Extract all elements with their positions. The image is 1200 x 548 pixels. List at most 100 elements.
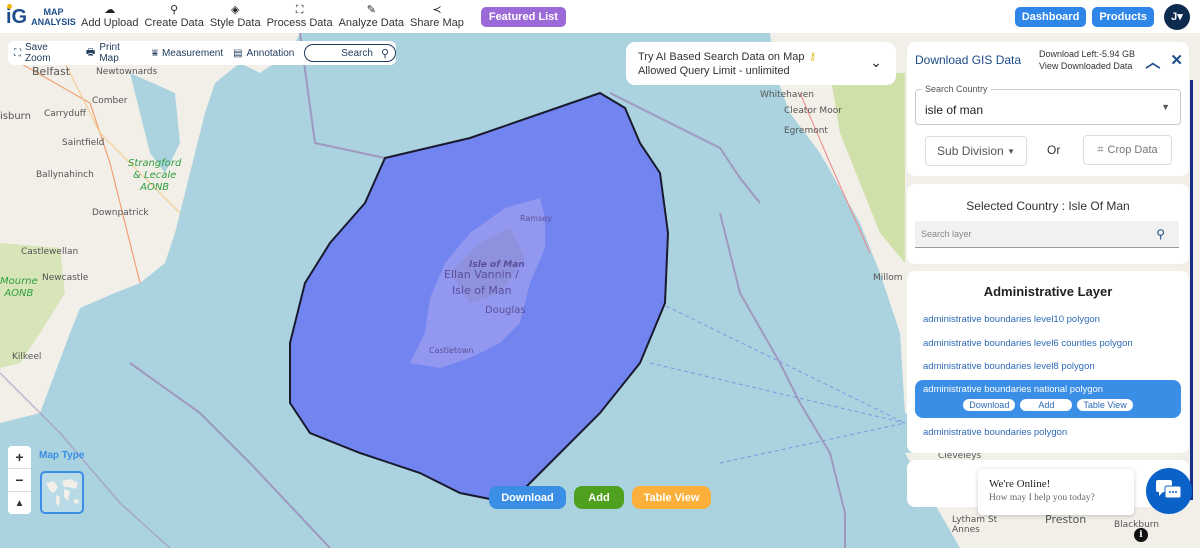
chat-button[interactable] <box>1146 468 1192 514</box>
or-label: Or <box>1047 143 1061 157</box>
chat-help-text: How may I help you today? <box>989 493 1095 503</box>
save-zoom-button[interactable]: ⛶ Save Zoom <box>14 42 76 64</box>
nav-style-data[interactable]: ◈ Style Data <box>210 4 261 29</box>
map-type-label: Map Type <box>39 450 85 461</box>
nav-analyze-data[interactable]: ✎ Analyze Data <box>339 4 404 29</box>
map-label: Newcastle <box>42 273 89 283</box>
zoom-control: + − ▲ <box>8 446 31 514</box>
map-type-thumbnail[interactable] <box>40 471 84 514</box>
measurement-button[interactable]: ⩸ Measurement <box>152 48 223 59</box>
download-button[interactable]: Download <box>489 486 566 509</box>
selected-country-title: Selected Country : Isle Of Man <box>966 199 1130 213</box>
map-label: Comber <box>92 96 128 106</box>
map-label: Cleator Moor <box>784 106 842 116</box>
layer-add-button[interactable]: Add <box>1020 399 1073 411</box>
panel-scrollbar[interactable] <box>1190 80 1193 500</box>
query-limit-text: Allowed Query Limit - unlimited <box>638 65 790 77</box>
panel-title: Download GIS Data <box>915 53 1022 67</box>
top-navigation-bar: iG MAP ANALYSIS ☁ Add Upload ⚲ Create Data … <box>0 0 1200 33</box>
table-view-button[interactable]: Table View <box>632 486 711 509</box>
map-pin-icon: ⚲ <box>170 4 179 16</box>
zoom-in-button[interactable]: + <box>8 446 31 469</box>
search-country-label: Search Country <box>922 84 991 94</box>
printer-icon: 🖶 <box>85 46 96 58</box>
world-map-icon <box>46 479 79 507</box>
app-logo[interactable]: iG MAP ANALYSIS <box>6 3 78 28</box>
nav-create-data[interactable]: ⚲ Create Data <box>145 4 204 29</box>
featured-list-button[interactable]: Featured List <box>480 6 566 27</box>
chevron-down-icon[interactable]: ⌄ <box>870 55 882 69</box>
map-label: Isle of Man <box>452 284 512 297</box>
map-search-button[interactable]: Search ⚲ <box>304 44 396 62</box>
download-left-text: Download Left:-5.94 GB <box>1039 49 1136 59</box>
map-label: Downpatrick <box>92 208 149 218</box>
add-button[interactable]: Add <box>574 486 624 509</box>
process-nodes-icon: ⛶ <box>295 4 304 16</box>
map-label: Kilkeel <box>12 352 42 362</box>
dropdown-arrow-icon: ▼ <box>1161 102 1170 112</box>
annotation-button[interactable]: ▤ Annotation <box>233 48 294 59</box>
map-label: Belfast <box>32 65 71 78</box>
map-label: isburn <box>0 111 31 122</box>
analyze-icon: ✎ <box>366 4 376 16</box>
map-label: Ramsey <box>520 214 552 223</box>
focus-icon: ⛶ <box>14 47 21 59</box>
nav-add-upload[interactable]: ☁ Add Upload <box>81 4 139 29</box>
crop-icon: ⌗ <box>1097 143 1104 156</box>
map-label: Saintfield <box>62 138 105 148</box>
ai-search-title: Try AI Based Search Data on Map <box>638 51 805 63</box>
search-layer-input[interactable]: Search layer ⚲ <box>915 221 1179 248</box>
map-label: Newtownards <box>96 67 158 77</box>
map-label: Strangford & Lecale AONB <box>128 158 182 193</box>
administrative-layer-card: Administrative Layer administrative boun… <box>907 271 1189 453</box>
layer-item[interactable]: administrative boundaries level10 polygo… <box>923 314 1100 325</box>
info-icon[interactable]: i <box>1134 528 1148 542</box>
layer-item[interactable]: administrative boundaries polygon <box>923 427 1067 438</box>
key-icon: ⚷ <box>808 51 817 63</box>
reset-north-button[interactable]: ▲ <box>8 492 31 514</box>
cloud-upload-icon: ☁ <box>104 4 116 16</box>
sub-division-dropdown[interactable]: Sub Division ▼ <box>925 136 1027 166</box>
map-label: Millom <box>873 273 903 283</box>
collapse-icon[interactable]: ︿ <box>1145 51 1160 72</box>
chat-online-text: We're Online! <box>989 478 1051 490</box>
zoom-out-button[interactable]: − <box>8 469 31 492</box>
close-icon[interactable]: ✕ <box>1170 51 1183 72</box>
search-country-value: isle of man <box>925 103 984 117</box>
map-label: Lytham St Annes <box>952 515 998 535</box>
paint-bucket-icon: ◈ <box>230 4 240 16</box>
logo-mark: iG <box>6 3 28 28</box>
layer-item[interactable]: administrative boundaries level8 polygon <box>923 361 1095 372</box>
dashboard-button[interactable]: Dashboard <box>1014 6 1087 27</box>
logo-text: MAP ANALYSIS <box>31 6 76 27</box>
crop-data-button[interactable]: ⌗ Crop Data <box>1083 135 1172 165</box>
user-avatar-menu[interactable]: J▾ <box>1164 3 1190 30</box>
map-label: Ballynahinch <box>36 170 94 180</box>
layer-item-selected[interactable]: administrative boundaries national polyg… <box>915 380 1181 418</box>
search-country-select[interactable]: Search Country isle of man ▼ <box>915 84 1181 125</box>
nav-process-data[interactable]: ⛶ Process Data <box>267 4 333 29</box>
search-icon[interactable]: ⚲ <box>1156 227 1165 241</box>
nav-share-map[interactable]: ≺ Share Map <box>410 4 464 29</box>
chat-popup[interactable]: We're Online! How may I help you today? <box>978 469 1134 515</box>
download-header-card: Download GIS Data Download Left:-5.94 GB… <box>907 42 1189 176</box>
map-label: Egremont <box>784 126 828 136</box>
layer-table-view-button[interactable]: Table View <box>1077 399 1133 411</box>
map-label: Ellan Vannin / <box>444 268 519 281</box>
map-toolbar: ⛶ Save Zoom 🖶 Print Map ⩸ Measurement ▤ Anno… <box>8 41 396 65</box>
layer-download-button[interactable]: Download <box>963 399 1016 411</box>
map-label: Whitehaven <box>760 90 814 100</box>
print-map-button[interactable]: 🖶 Print Map <box>86 42 142 64</box>
products-button[interactable]: Products <box>1092 6 1154 27</box>
layer-item[interactable]: administrative boundaries level6 countie… <box>923 338 1133 349</box>
ai-search-box[interactable]: Try AI Based Search Data on Map ⚷ Allowed… <box>626 42 896 85</box>
caret-down-icon: ▼ <box>1007 146 1015 156</box>
map-label: Mourne AONB <box>0 276 38 299</box>
map-label: Carryduff <box>44 109 86 119</box>
chat-bubbles-icon <box>1156 480 1182 499</box>
view-downloaded-link[interactable]: View Downloaded Data <box>1039 60 1135 72</box>
search-icon: ⚲ <box>380 47 389 60</box>
selected-country-card: Selected Country : Isle Of Man Search la… <box>907 184 1189 264</box>
share-icon: ≺ <box>432 4 442 16</box>
ruler-icon: ⩸ <box>151 47 158 59</box>
